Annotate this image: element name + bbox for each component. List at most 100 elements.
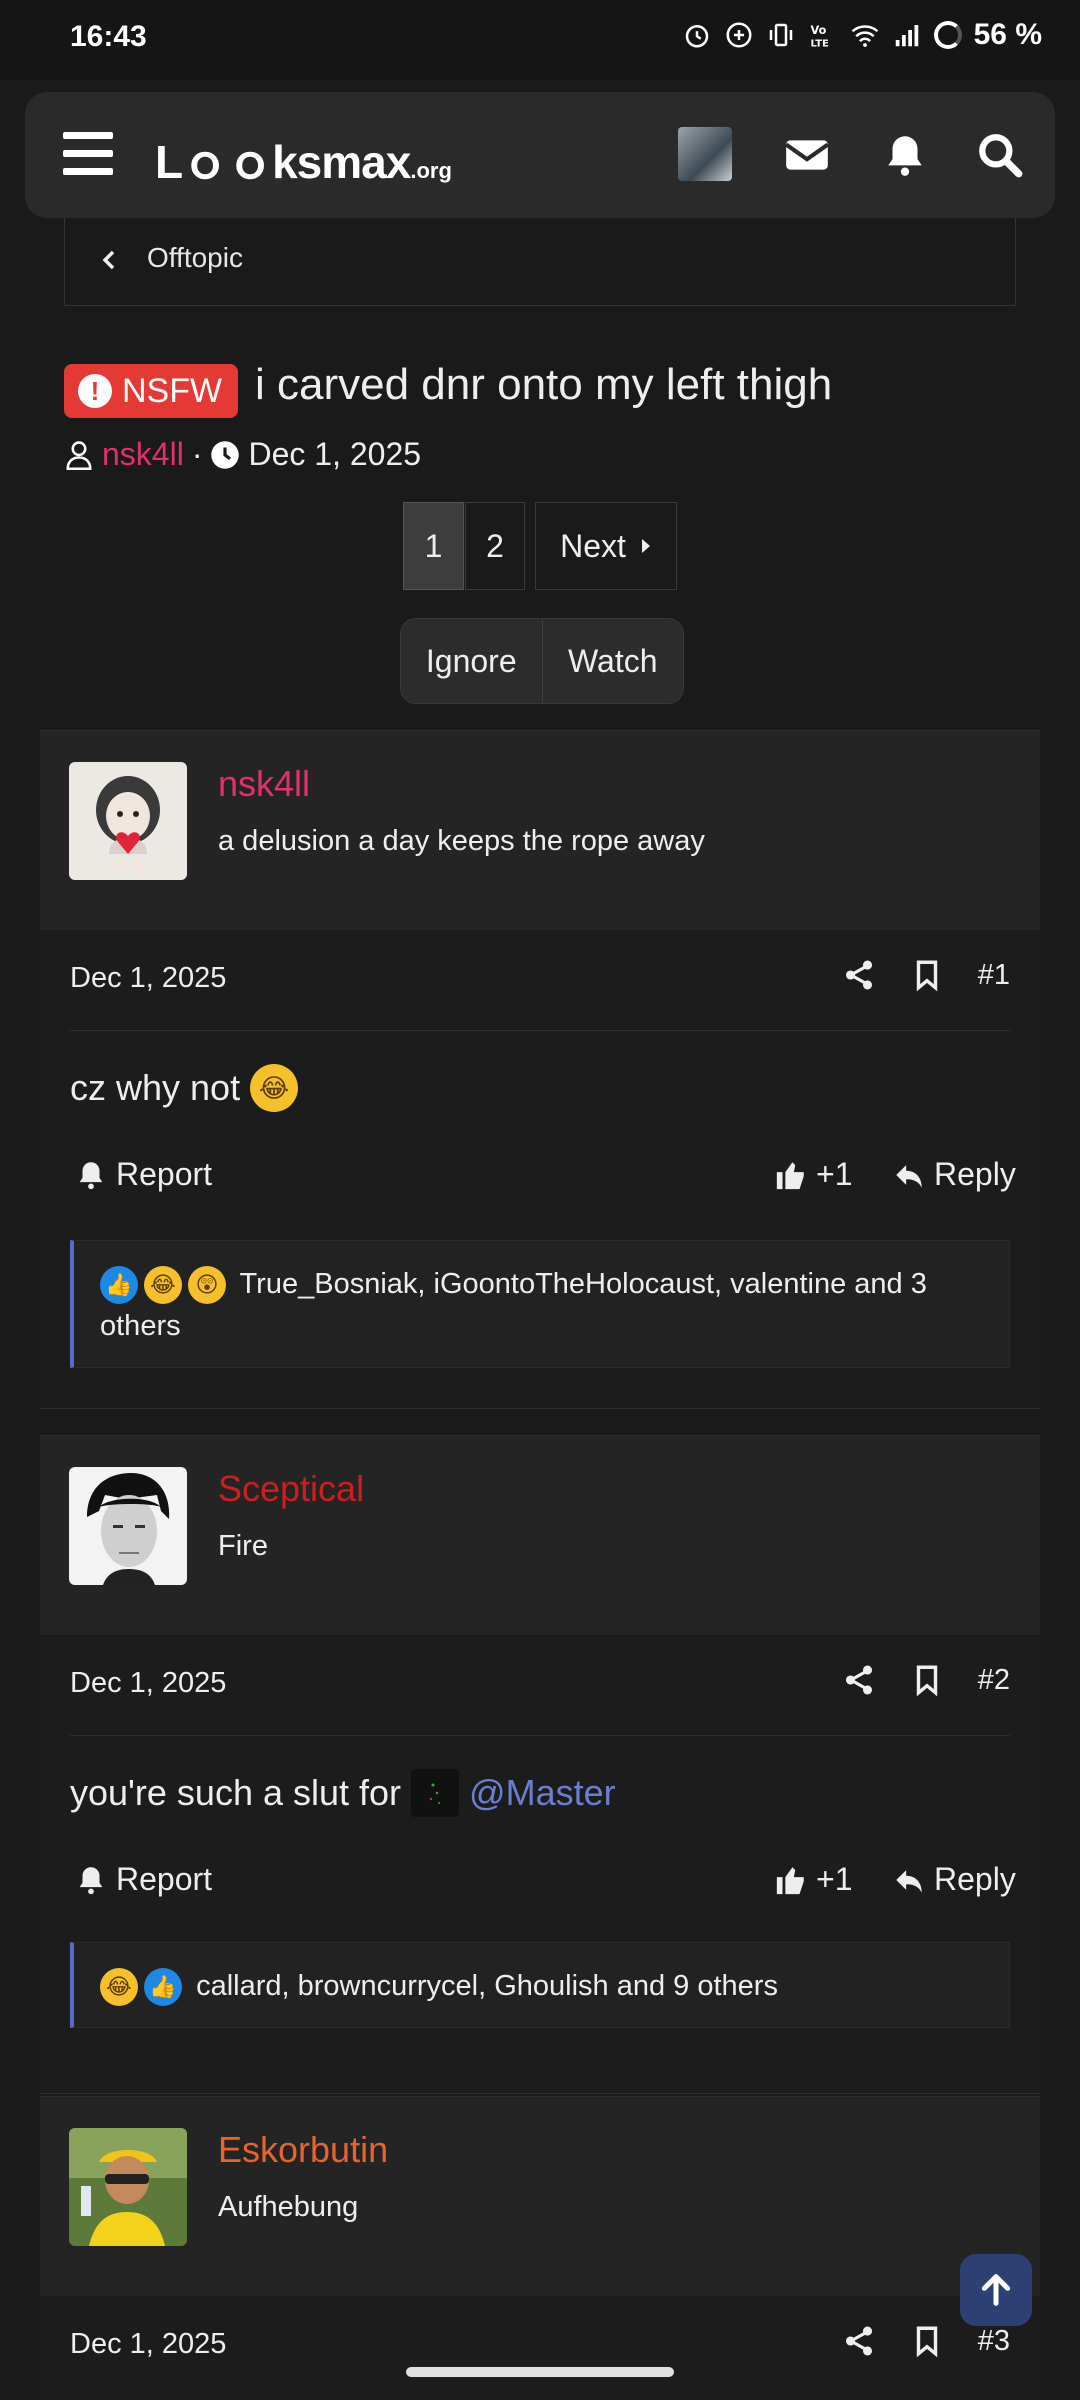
thread-date[interactable]: Dec 1, 2025 [248,436,421,473]
post-1-reactions-bar[interactable]: 👍 😂 😲 True_Bosniak, iGoontoTheHolocaust, v… [70,1240,1010,1368]
avatar-image [69,2128,187,2246]
post-2-username[interactable]: Sceptical [218,1468,364,1510]
share-icon[interactable] [842,2324,876,2358]
vibrate-icon [769,23,792,47]
signal-icon [895,25,918,47]
post-3-body: Dec 1, 2025 #3 [40,2296,1040,2400]
post-1-user-block: nsk4ll a delusion a day keeps the rope a… [40,730,1040,955]
post-1-user-title: a delusion a day keeps the rope away [218,825,705,857]
thread-action-group: Ignore Watch [400,618,684,704]
report-label: Report [116,1861,213,1897]
meta-separator: · [191,436,203,472]
post-2-user-title: Fire [218,1530,268,1562]
like-count: +1 [816,1156,853,1192]
post-1-divider [70,1030,1010,1031]
mention-link[interactable]: @Master [469,1772,616,1814]
avatar-image [69,1467,187,1585]
svg-text:LTE: LTE [810,38,829,49]
post-3-avatar[interactable] [69,2128,187,2246]
post-separator [40,2093,1040,2094]
arrow-up-icon [981,2274,1011,2306]
thumbs-up-icon [776,1161,804,1189]
status-time: 16:43 [70,20,147,53]
post-2-body: Dec 1, 2025 #2 you're such a slut for @M… [40,1635,1040,2093]
post-2-user-block: Sceptical Fire [40,1435,1040,1660]
avatar-image [69,762,187,880]
bookmark-icon[interactable] [910,958,944,992]
mail-icon[interactable] [782,130,832,180]
post-1-number[interactable]: #1 [978,959,1010,992]
post-2-reactions-text: callard, browncurrycel, Ghoulish and 9 o… [196,1970,778,2002]
post-2-avatar[interactable] [69,1467,187,1585]
battery-percent: 56 % [973,18,1042,51]
post-3-username[interactable]: Eskorbutin [218,2129,388,2171]
logo-text: Lｏｏksmax [155,136,411,188]
post-1-date[interactable]: Dec 1, 2025 [70,962,226,995]
nsfw-prefix-badge: ! NSFW [64,364,239,418]
post-2-like-button[interactable]: +1 [774,1861,852,1898]
logo-suffix: .org [410,158,452,183]
page-2-button[interactable]: 2 [465,502,525,590]
post-1-content: cz why not 😂 [70,1064,304,1112]
user-icon [66,440,92,470]
page-1-button[interactable]: 1 [403,502,464,590]
post-2-number[interactable]: #2 [978,1664,1010,1697]
post-2-top-actions: #2 [842,1663,1010,1697]
post-2-content: you're such a slut for @Master [70,1769,616,1817]
report-bell-icon [79,1866,103,1894]
report-label: Report [116,1156,213,1192]
thumbs-up-icon [776,1866,804,1894]
next-page-button[interactable]: Next [535,502,677,590]
site-header: Lｏｏksmax.org [25,92,1055,218]
chevron-left-icon [102,250,115,270]
post-1-username[interactable]: nsk4ll [218,763,310,805]
post-2-reply-button[interactable]: Reply [892,1861,1016,1898]
laugh-cry-reaction-icon: 😂 [100,1968,138,2007]
post-3-date[interactable]: Dec 1, 2025 [70,2328,226,2361]
scroll-to-top-button[interactable] [960,2254,1032,2326]
like-reaction-icon: 👍 [100,1266,138,1305]
battery-ring-icon [933,21,962,49]
bookmark-icon[interactable] [910,1663,944,1697]
post-1-reply-button[interactable]: Reply [892,1156,1016,1193]
data-saver-icon [726,22,752,48]
like-reaction-icon: 👍 [144,1968,182,2007]
status-icons: Vo LTE 56 % [682,18,1042,52]
watch-button[interactable]: Watch [543,619,684,703]
status-bar: 16:43 Vo LTE 56 % [0,0,1080,80]
reply-icon [896,1869,922,1893]
alarm-icon [685,25,708,48]
share-icon[interactable] [842,1663,876,1697]
wifi-icon [851,25,878,47]
caret-right-icon [641,539,650,553]
post-2-report-button[interactable]: Report [74,1861,212,1898]
bookmark-icon[interactable] [910,2324,944,2358]
reply-label: Reply [934,1156,1016,1192]
thread-title: i carved dnr onto my left thigh [255,360,833,409]
post-1-like-button[interactable]: +1 [774,1156,852,1193]
post-3-user-block: Eskorbutin Aufhebung [40,2096,1040,2321]
post-3-number[interactable]: #3 [978,2325,1010,2358]
laugh-cry-reaction-icon: 😂 [144,1266,182,1305]
site-logo[interactable]: Lｏｏksmax.org [155,126,452,192]
post-1-text: cz why not [70,1067,241,1108]
mention-avatar [411,1769,460,1817]
ignore-button[interactable]: Ignore [401,619,543,703]
post-1-report-button[interactable]: Report [74,1156,212,1193]
like-count: +1 [816,1861,853,1897]
search-icon[interactable] [975,130,1025,180]
breadcrumb[interactable]: Offtopic [64,218,1016,306]
menu-icon[interactable] [63,132,113,176]
share-icon[interactable] [842,958,876,992]
post-2-reactions-bar[interactable]: 😂 👍 callard, browncurrycel, Ghoulish and … [70,1942,1010,2028]
thread-meta: nsk4ll · Dec 1, 2025 [64,436,421,473]
thread-author-link[interactable]: nsk4ll [102,436,184,473]
report-bell-icon [79,1161,103,1189]
user-avatar[interactable] [678,127,732,181]
post-3-user-title: Aufhebung [218,2191,359,2223]
reply-label: Reply [934,1861,1016,1897]
post-2-date[interactable]: Dec 1, 2025 [70,1667,226,1700]
post-1-avatar[interactable] [69,762,187,880]
gesture-nav-bar[interactable] [406,2367,674,2377]
bell-icon[interactable] [880,130,930,180]
